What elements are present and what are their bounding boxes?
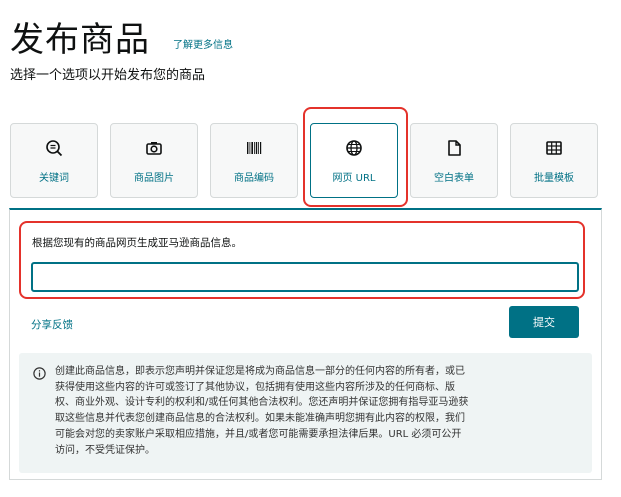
barcode-icon [245,139,263,157]
table-grid-icon [545,139,563,157]
tab-bulk-template-label: 批量模板 [534,173,574,184]
search-list-icon [45,139,63,157]
notice-line: 取这些信息并代表您创建商品信息的合法权利。如果未能准确声明您拥有此内容的权限，我… [55,413,465,425]
notice-line: 可能会对您的卖家账户采取相应措施，并且/或者您可能需要承担法律后果。URL 必须… [55,428,462,440]
notice-line: 访问，不受凭证保护。 [55,444,155,456]
camera-icon [145,139,163,157]
page-title: 发布商品 [10,20,150,60]
tab-product-code[interactable]: 商品编码 [210,123,298,198]
tab-bulk-template[interactable]: 批量模板 [510,123,598,198]
tab-keyword-label: 关键词 [39,173,69,184]
tab-blank-form-label: 空白表单 [434,173,474,184]
legal-notice: 创建此商品信息，即表示您声明并保证您是将成为商品信息一部分的任何内容的所有者，或… [19,353,592,473]
legal-notice-text: 创建此商品信息，即表示您声明并保证您是将成为商品信息一部分的任何内容的所有者，或… [55,364,581,458]
notice-line: 获得使用这些内容的许可或签订了其他协议，包括拥有使用这些内容所涉及的任何商标、版 [55,381,455,393]
tab-highlight-frame [303,107,408,207]
url-input[interactable] [31,262,579,292]
tab-keyword[interactable]: 关键词 [10,123,98,198]
learn-more-link[interactable]: 了解更多信息 [173,36,233,51]
submit-button[interactable]: 提交 [509,306,579,338]
tab-blank-form[interactable]: 空白表单 [410,123,498,198]
share-feedback-link[interactable]: 分享反馈 [31,317,73,332]
notice-line: 创建此商品信息，即表示您声明并保证您是将成为商品信息一部分的任何内容的所有者，或… [55,366,465,377]
tab-product-image[interactable]: 商品图片 [110,123,198,198]
page-subtitle: 选择一个选项以开始发布您的商品 [10,68,206,83]
notice-line: 权、商业外观、设计专利的权利和/或任何其他合法权利。您还声明并保证您拥有指导亚马… [55,397,469,409]
info-icon [33,367,46,380]
document-icon [445,139,463,157]
tab-product-code-label: 商品编码 [234,173,274,184]
tab-product-image-label: 商品图片 [134,173,174,184]
url-input-label: 根据您现有的商品网页生成亚马逊商品信息。 [32,237,242,249]
